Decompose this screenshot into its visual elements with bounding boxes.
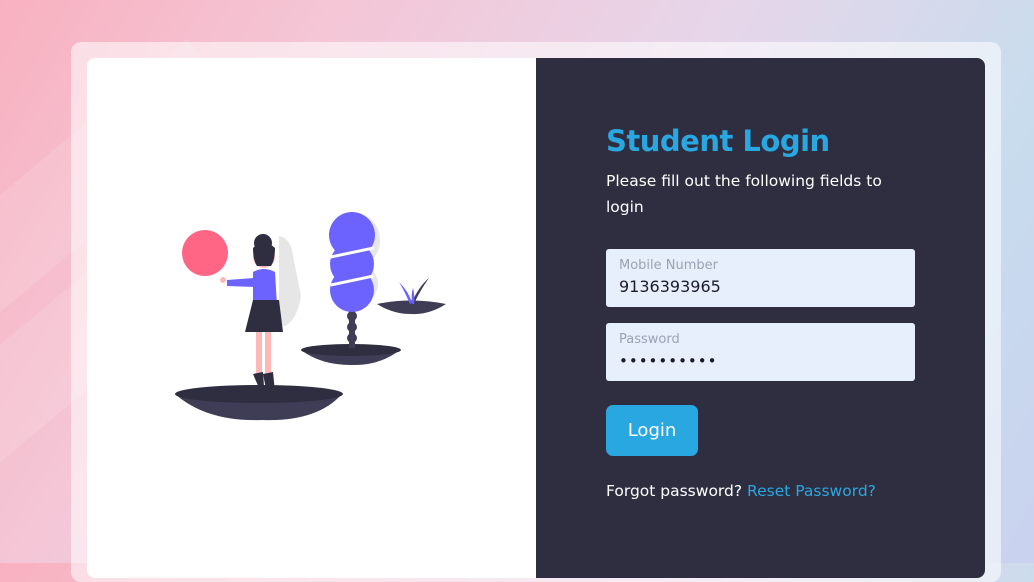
forgot-password-row: Forgot password? Reset Password? bbox=[606, 482, 876, 500]
woman-with-balloon-and-trees-illustration bbox=[175, 212, 446, 421]
password-value[interactable]: •••••••••• bbox=[619, 349, 902, 373]
illustration-panel bbox=[87, 58, 536, 578]
forgot-password-text: Forgot password? bbox=[606, 482, 743, 500]
page-subtitle: Please fill out the following fields to … bbox=[606, 172, 882, 216]
password-field[interactable]: Password •••••••••• bbox=[606, 323, 915, 381]
mobile-number-label: Mobile Number bbox=[619, 258, 718, 273]
page-title: Student Login bbox=[606, 124, 830, 158]
login-card: Student Login Please fill out the follow… bbox=[87, 58, 985, 578]
reset-password-link[interactable]: Reset Password? bbox=[747, 482, 876, 500]
login-button[interactable]: Login bbox=[606, 405, 698, 456]
mobile-number-field[interactable]: Mobile Number 9136393965 bbox=[606, 249, 915, 307]
login-form-panel: Student Login Please fill out the follow… bbox=[536, 58, 985, 578]
password-label: Password bbox=[619, 332, 680, 347]
mobile-number-value[interactable]: 9136393965 bbox=[619, 275, 902, 299]
